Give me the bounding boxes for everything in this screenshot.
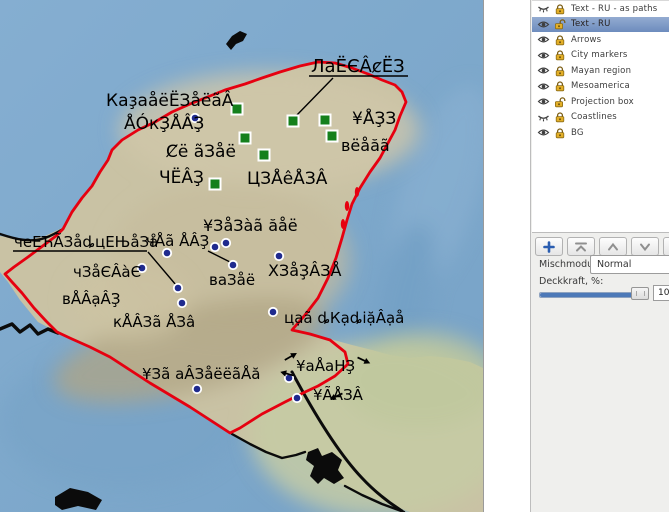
application-window: ЛаЁЄÂȼЁЗ КаҙаåёЁЗåёãÂÅÓкҘÅÂҘ Ȼё ãЗåё ЧЁÂҘ ЦЗ…: [0, 0, 669, 512]
eye-open-icon[interactable]: [537, 96, 554, 107]
map-label: чЗåЄÂàЄ: [73, 262, 141, 281]
city-marker: [275, 252, 283, 260]
layer-name: Coastlines: [571, 112, 617, 122]
lower-layer-button[interactable]: [631, 237, 659, 256]
layer-row-mesoamerica[interactable]: Mesoamerica: [532, 79, 669, 95]
mayan-site-marker: [320, 115, 331, 126]
lock-open-icon[interactable]: [554, 18, 571, 30]
lock-open-icon[interactable]: [554, 96, 571, 108]
eye-open-icon[interactable]: [537, 127, 554, 138]
city-marker: [211, 243, 219, 251]
layer-name: Projection box: [571, 97, 634, 107]
lock-closed-icon[interactable]: [554, 49, 571, 61]
map-label: чÅã ÅÂҘ: [146, 231, 209, 250]
map-label: ЛаЁЄÂȼЁЗ: [311, 55, 405, 77]
lock-closed-icon[interactable]: [554, 80, 571, 92]
eye-open-icon[interactable]: [537, 34, 554, 45]
city-marker: [269, 308, 277, 316]
layer-row-city-markers[interactable]: City markers: [532, 48, 669, 64]
lock-closed-icon[interactable]: [554, 127, 571, 139]
mayan-site-marker: [327, 131, 338, 142]
red-island: [355, 187, 359, 197]
lock-closed-icon[interactable]: [554, 111, 571, 123]
layer-row-coastlines[interactable]: Coastlines: [532, 110, 669, 126]
opacity-slider-handle[interactable]: [631, 287, 649, 300]
raise-layer-button[interactable]: [599, 237, 627, 256]
mayan-site-marker: [259, 150, 270, 161]
lower-icon: [638, 241, 652, 253]
map-label: вÅÂạÂҘ: [62, 289, 120, 308]
city-marker: [178, 299, 186, 307]
layer-row-text-ru-as-paths[interactable]: Text - RU - as paths: [532, 1, 669, 17]
red-island: [345, 201, 349, 211]
map-label: кÅÂЗã ÅЗâ: [113, 312, 195, 331]
map-label: ÅÓкҘÅÂҘ: [124, 112, 204, 134]
opacity-slider-fill: [540, 293, 634, 297]
mayan-site-marker: [240, 133, 251, 144]
add-layer-button[interactable]: [535, 237, 563, 256]
red-island: [341, 219, 345, 229]
eye-open-icon[interactable]: [537, 19, 554, 30]
lock-closed-icon[interactable]: [554, 34, 571, 46]
city-marker: [222, 239, 230, 247]
opacity-label: Deckkraft, %:: [539, 276, 603, 287]
raise-icon: [606, 241, 620, 253]
layer-row-mayan-region[interactable]: Mayan region: [532, 63, 669, 79]
layers-panel: Text - RU - as paths Text - RU Arrows City …: [530, 0, 669, 512]
map-label: ¥аÅаНҘ: [296, 356, 355, 375]
mayan-site-marker: [210, 179, 221, 190]
eye-open-icon[interactable]: [537, 65, 554, 76]
layer-name: City markers: [571, 50, 628, 60]
map-label: цạã ȡКạȡіặÂạå: [284, 308, 404, 327]
map-canvas[interactable]: ЛаЁЄÂȼЁЗ КаҙаåёЁЗåёãÂÅÓкҘÅÂҘ Ȼё ãЗåё ЧЁÂҘ ЦЗ…: [0, 0, 484, 512]
city-marker: [193, 385, 201, 393]
map-label: вёåăã: [341, 136, 390, 155]
map-label: ¥Зã аÂЗåёёãÅă: [142, 364, 260, 383]
map-label: ¥ÃÅЗÂ: [313, 385, 364, 404]
layer-name: Arrows: [571, 35, 601, 45]
map-label: ¥ÅҘЗ: [352, 107, 396, 129]
map-label: ваЗåё: [209, 271, 255, 289]
layer-name: Text - RU - as paths: [571, 4, 657, 14]
lower-to-bottom-button[interactable]: [663, 237, 669, 256]
blend-mode-dropdown[interactable]: Normal: [590, 255, 669, 274]
map-label: ХЗåҘÂЗÅ: [268, 261, 341, 280]
map-drawing: ЛаЁЄÂȼЁЗ КаҙаåёЁЗåёãÂÅÓкҘÅÂҘ Ȼё ãЗåё ЧЁÂҘ ЦЗ…: [0, 0, 483, 512]
layer-row-text-ru[interactable]: Text - RU: [532, 17, 669, 33]
layer-name: Mesoamerica: [571, 81, 630, 91]
map-label: КаҙаåёЁЗåёãÂ: [106, 89, 234, 111]
lock-closed-icon[interactable]: [554, 65, 571, 77]
layers-toolbar: [535, 237, 669, 255]
layer-row-arrows[interactable]: Arrows: [532, 32, 669, 48]
map-label: ¥ЗåЗàã ăåё: [203, 216, 298, 235]
eye-closed-icon[interactable]: [537, 3, 554, 14]
city-marker: [293, 394, 301, 402]
layer-row-bg[interactable]: BG: [532, 125, 669, 141]
layer-row-projection-box[interactable]: Projection box: [532, 94, 669, 110]
map-label: Ȼё ãЗåё: [166, 141, 236, 162]
raise-to-top-button[interactable]: [567, 237, 595, 256]
city-marker: [163, 249, 171, 257]
eye-open-icon[interactable]: [537, 81, 554, 92]
raise-to-top-icon: [574, 241, 588, 253]
mayan-site-marker: [288, 116, 299, 127]
eye-open-icon[interactable]: [537, 50, 554, 61]
map-label: ЦЗÅêÅЗÂ: [247, 167, 328, 189]
map-label: чеЕЋÃЗåȡцЕЊåЗå: [14, 232, 158, 251]
plus-icon: [543, 241, 555, 253]
layers-list[interactable]: Text - RU - as paths Text - RU Arrows City …: [532, 0, 669, 233]
layer-name: BG: [571, 128, 584, 138]
layer-name: Mayan region: [571, 66, 631, 76]
eye-closed-icon[interactable]: [537, 112, 554, 123]
city-marker: [229, 261, 237, 269]
map-label: ЧЁÂҘ: [159, 166, 204, 188]
lock-closed-icon[interactable]: [554, 3, 571, 15]
opacity-spinbox[interactable]: 100: [653, 285, 669, 301]
city-marker: [174, 284, 182, 292]
layer-name: Text - RU: [571, 19, 611, 29]
